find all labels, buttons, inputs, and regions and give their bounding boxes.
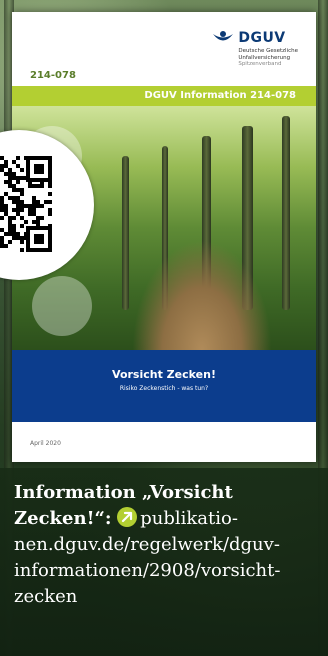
qr-code[interactable] bbox=[0, 156, 54, 254]
forest-path bbox=[132, 240, 272, 350]
logo-subline-1: Deutsche Gesetzliche bbox=[238, 48, 298, 54]
tree bbox=[122, 156, 129, 310]
tree bbox=[282, 116, 290, 310]
page: DGUV Deutsche Gesetzliche Unfallversiche… bbox=[0, 0, 328, 656]
brochure-header: DGUV Deutsche Gesetzliche Unfallversiche… bbox=[12, 12, 316, 70]
date-strip: April 2020 bbox=[12, 422, 316, 462]
caption-panel: Information „Vorsicht Zecken!“: publikat… bbox=[0, 468, 328, 656]
title-band: Vorsicht Zecken! Risiko Zeckenstich - wa… bbox=[12, 350, 316, 422]
logo-name: DGUV bbox=[238, 30, 286, 46]
publication-date: April 2020 bbox=[30, 440, 61, 447]
band-title: DGUV Information 214-078 bbox=[144, 90, 296, 101]
dguv-logo-icon bbox=[213, 31, 234, 41]
document-number: 214-078 bbox=[30, 70, 76, 81]
green-title-band: DGUV Information 214-078 bbox=[12, 86, 316, 106]
arrow-link-icon[interactable] bbox=[117, 507, 138, 527]
dguv-logo: DGUV Deutsche Gesetzliche Unfallversiche… bbox=[212, 30, 298, 68]
caption-text: Information „Vorsicht Zecken!“: publikat… bbox=[14, 480, 316, 610]
brochure-subtitle: Risiko Zeckenstich - was tun? bbox=[119, 385, 209, 392]
logo-subline-3: Spitzenverband bbox=[238, 61, 282, 67]
light-bokeh bbox=[32, 276, 92, 336]
brochure-title: Vorsicht Zecken! bbox=[112, 368, 216, 381]
